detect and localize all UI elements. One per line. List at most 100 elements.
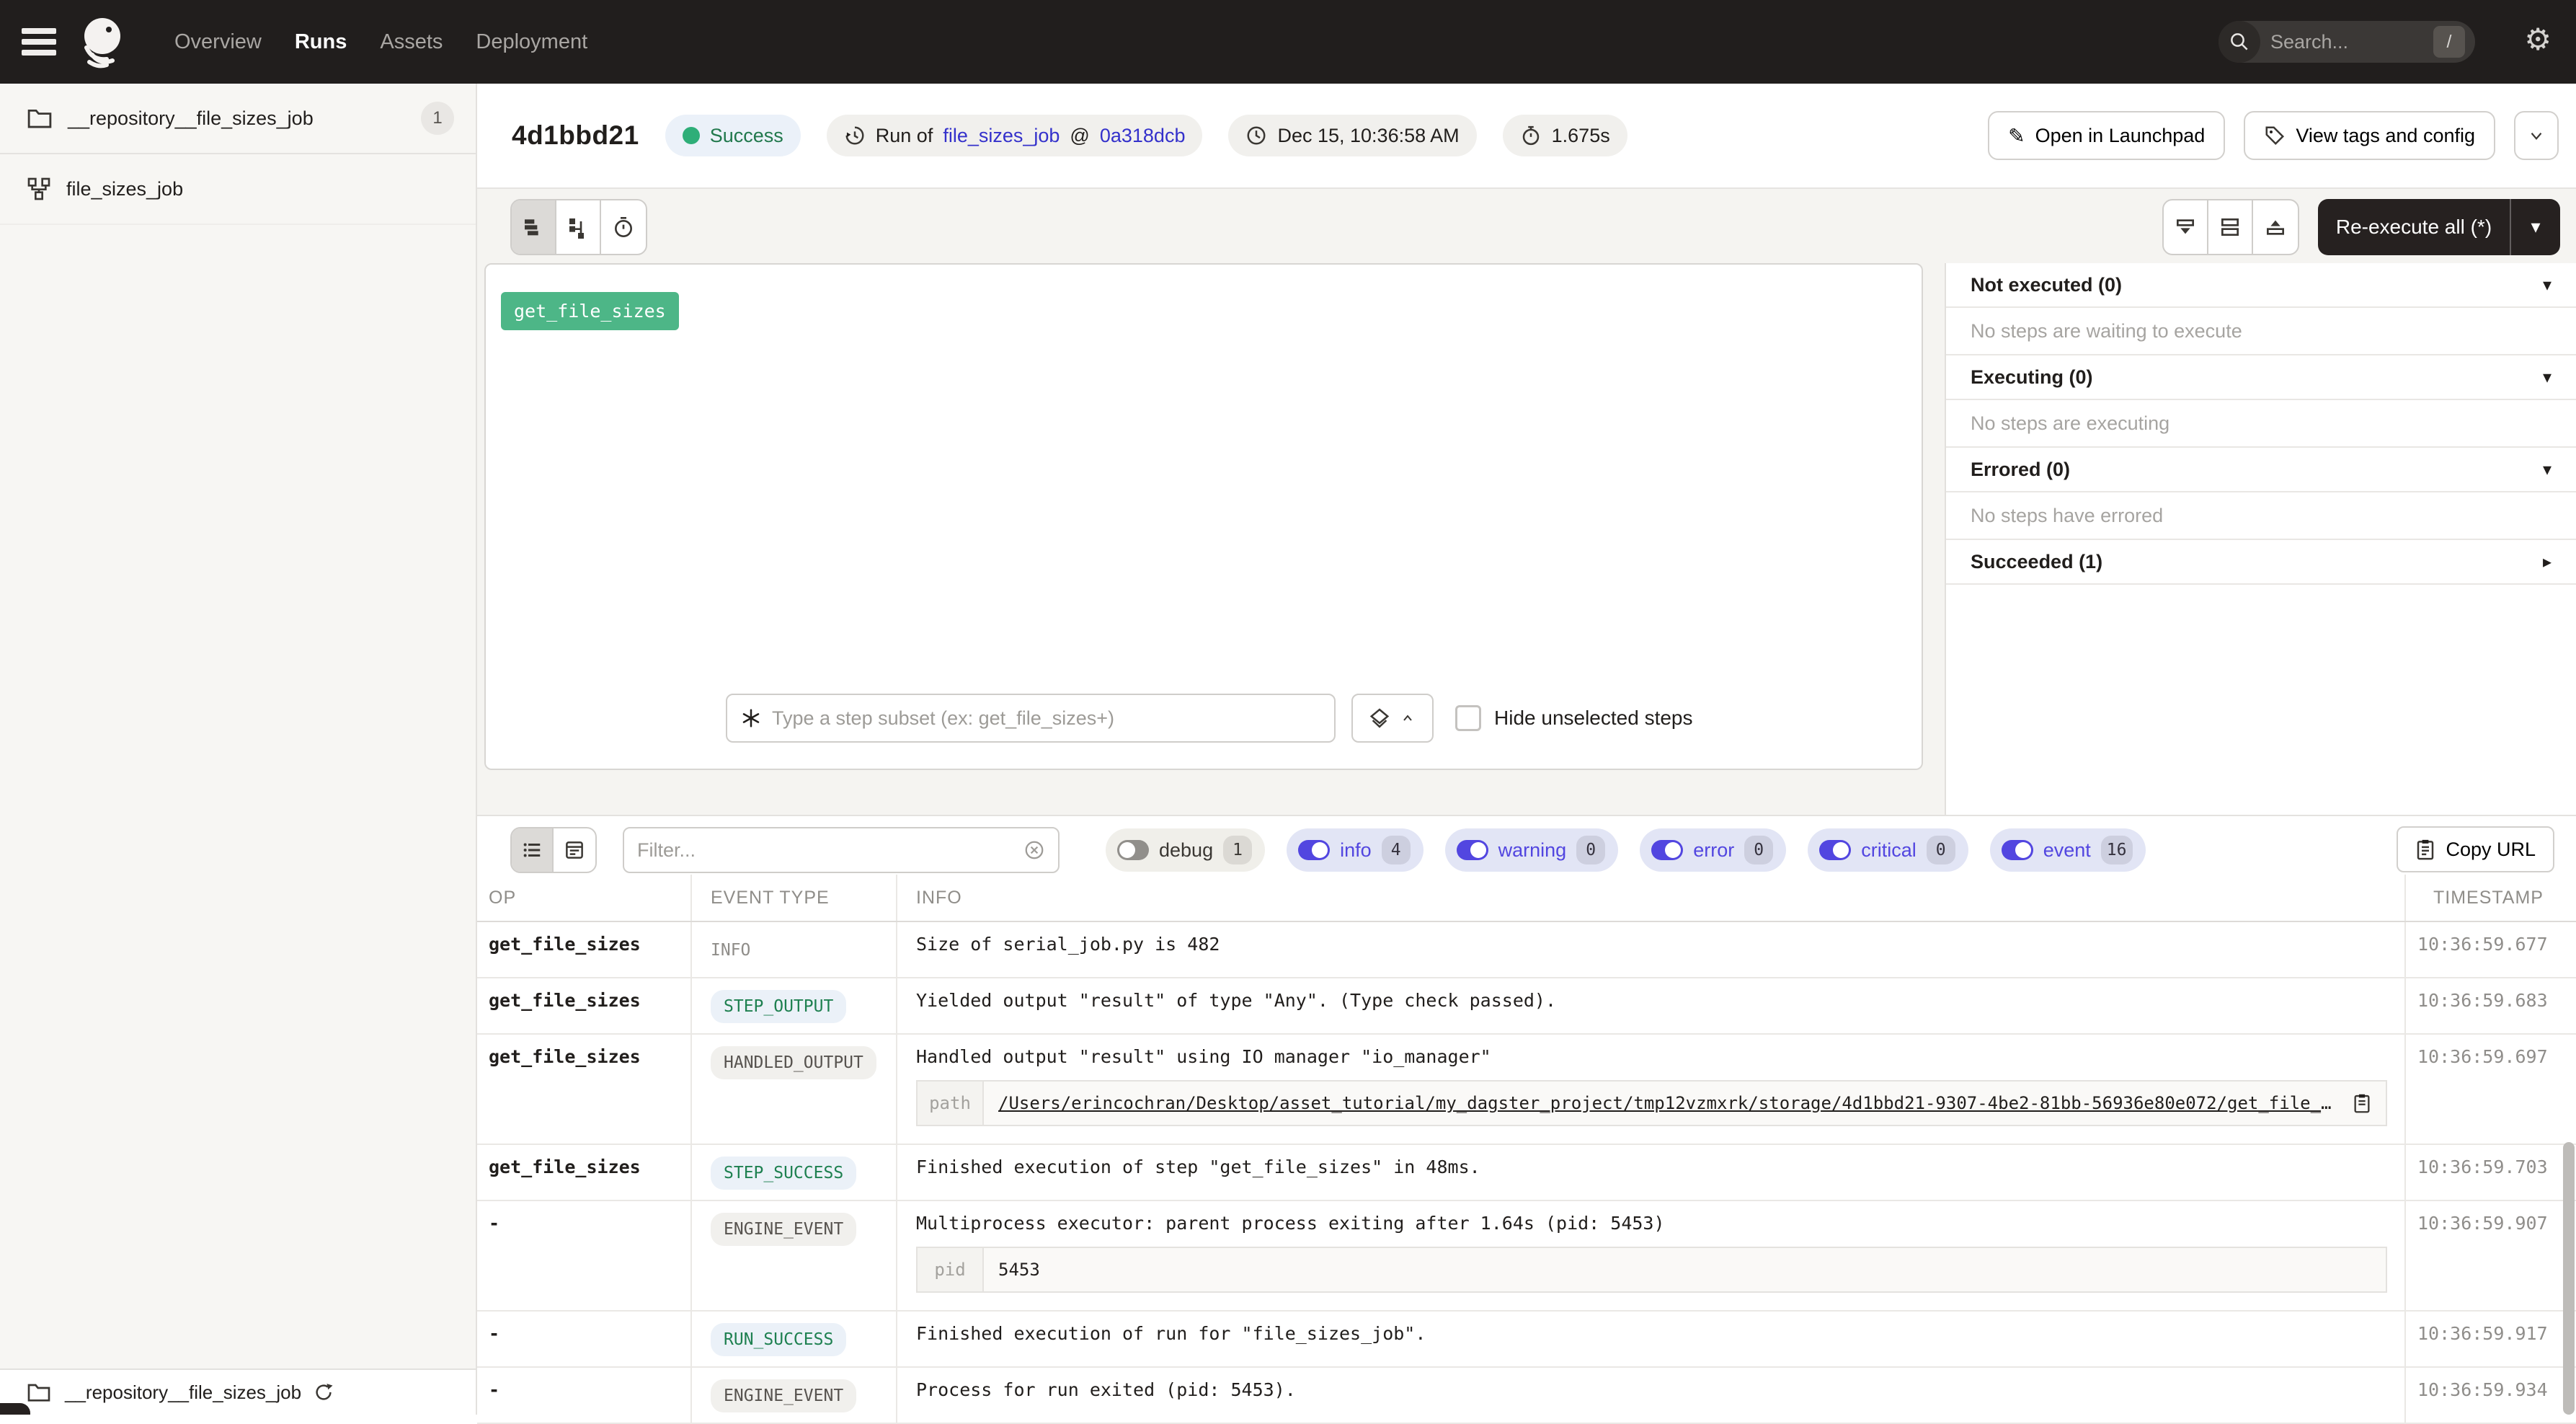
log-row[interactable]: - ENGINE_EVENT Multiprocess executor: pa… [477, 1201, 2576, 1312]
step-subset-row: Hide unselected steps [726, 694, 1693, 743]
footer-repository-label: __repository__file_sizes_job [65, 1381, 301, 1404]
log-op-cell: - [477, 1312, 692, 1366]
log-row[interactable]: get_file_sizes HANDLED_OUTPUT Handled ou… [477, 1035, 2576, 1145]
event-type-badge: ENGINE_EVENT [711, 1213, 856, 1246]
dagster-logo[interactable] [75, 13, 133, 71]
log-op-cell: get_file_sizes [477, 922, 692, 977]
collapse-bottom-panel-button[interactable] [2164, 200, 2208, 254]
toggle-critical[interactable]: critical 0 [1808, 828, 1968, 872]
toggle-error[interactable]: error 0 [1640, 828, 1786, 872]
duration-chip: 1.675s [1503, 115, 1627, 156]
log-filter-inputbox[interactable] [623, 827, 1060, 873]
step-subset-inputbox[interactable] [726, 694, 1336, 743]
toggle-count-badge: 1 [1223, 836, 1252, 864]
section-caret-icon[interactable]: ▾ [2543, 459, 2551, 479]
nav-link-deployment[interactable]: Deployment [476, 30, 587, 54]
refresh-icon[interactable] [313, 1381, 334, 1403]
open-in-launchpad-button[interactable]: ✎ Open in Launchpad [1988, 111, 2225, 160]
left-sidebar: __repository__file_sizes_job 1 file_size… [0, 84, 477, 1415]
sidebar-item-repository[interactable]: __repository__file_sizes_job 1 [0, 84, 476, 154]
job-link[interactable]: file_sizes_job [943, 125, 1060, 147]
event-type-badge: ENGINE_EVENT [711, 1379, 856, 1412]
log-row[interactable]: - RUN_SUCCESS Finished execution of run … [477, 1312, 2576, 1368]
gear-icon[interactable]: ⚙ [2524, 25, 2551, 55]
sidebar-item-job[interactable]: file_sizes_job [0, 154, 476, 225]
timer-icon [612, 216, 635, 239]
hide-unselected-label: Hide unselected steps [1494, 707, 1693, 730]
bottom-left-artifact [0, 1403, 30, 1415]
toggle-event[interactable]: event 16 [1990, 828, 2146, 872]
toggle-switch-icon[interactable] [1651, 840, 1683, 860]
folder-icon [27, 1382, 50, 1402]
nav-link-overview[interactable]: Overview [174, 30, 262, 54]
log-op-cell: get_file_sizes [477, 1035, 692, 1144]
toggle-switch-icon[interactable] [1819, 840, 1851, 860]
toggle-switch-icon[interactable] [1117, 840, 1149, 860]
toggle-count-badge: 0 [1927, 836, 1955, 864]
toggle-info[interactable]: info 4 [1287, 828, 1424, 872]
timer-view-button[interactable] [601, 200, 646, 254]
toggle-warning[interactable]: warning 0 [1445, 828, 1619, 872]
search-icon [2219, 21, 2260, 63]
event-type-badge: HANDLED_OUTPUT [711, 1046, 876, 1079]
run-logs-section: debug 1 info 4 warning 0 error 0 critica… [477, 815, 2576, 1415]
waterfall-view-button[interactable] [556, 200, 601, 254]
run-id: 4d1bbd21 [512, 120, 639, 151]
run-header: 4d1bbd21 Success Run of file_sizes_job @… [477, 84, 2576, 189]
view-tags-config-button[interactable]: View tags and config [2244, 111, 2495, 160]
flat-gantt-icon [522, 216, 545, 239]
section-caret-icon[interactable]: ▸ [2543, 552, 2551, 572]
log-row[interactable]: get_file_sizes STEP_OUTPUT Yielded outpu… [477, 978, 2576, 1035]
toggle-switch-icon[interactable] [1457, 840, 1488, 860]
toggle-switch-icon[interactable] [2002, 840, 2033, 860]
log-structured-view-button[interactable] [554, 828, 595, 872]
log-info-cell: Yielded output "result" of type "Any". (… [897, 978, 2406, 1033]
search-input[interactable] [2260, 31, 2433, 53]
toggle-switch-icon[interactable] [1298, 840, 1330, 860]
log-table-header: OPEVENT TYPEINFOTIMESTAMP [477, 875, 2576, 922]
commit-link[interactable]: 0a318dcb [1100, 125, 1186, 147]
log-info-cell: Multiprocess executor: parent process ex… [897, 1201, 2406, 1310]
path-link[interactable]: /Users/erincochran/Desktop/asset_tutoria… [998, 1093, 2340, 1113]
log-info-cell: Handled output "result" using IO manager… [897, 1035, 2406, 1144]
section-empty-message: No steps are executing [1946, 400, 2576, 448]
copy-path-icon[interactable] [2353, 1093, 2371, 1113]
reexecute-all-button[interactable]: Re-execute all (*) ▾ [2318, 199, 2560, 255]
sidebar-footer: __repository__file_sizes_job [0, 1368, 476, 1415]
section-caret-icon[interactable]: ▾ [2543, 367, 2551, 387]
column-header-timestamp: TIMESTAMP [2406, 875, 2576, 921]
log-row[interactable]: - ENGINE_EVENT Process for run exited (p… [477, 1368, 2576, 1424]
graph-query-toggle-button[interactable] [1351, 694, 1434, 743]
search-bar[interactable]: / [2219, 21, 2475, 63]
split-panels-button[interactable] [2208, 200, 2253, 254]
job-label: file_sizes_job [66, 178, 183, 200]
hamburger-menu-icon[interactable] [22, 28, 56, 56]
toggle-label: event [2043, 839, 2091, 862]
repository-count-badge: 1 [421, 102, 454, 135]
hide-unselected-checkbox[interactable] [1455, 705, 1481, 731]
reexecute-dropdown-caret[interactable]: ▾ [2510, 199, 2560, 255]
nav-link-assets[interactable]: Assets [380, 30, 443, 54]
flat-gantt-view-button[interactable] [512, 200, 556, 254]
log-row[interactable]: get_file_sizes INFO Size of serial_job.p… [477, 922, 2576, 978]
clock-icon [1245, 125, 1267, 146]
header-more-chevron-button[interactable] [2514, 111, 2559, 160]
clear-filter-icon[interactable] [1023, 839, 1045, 861]
toggle-debug[interactable]: debug 1 [1106, 828, 1265, 872]
log-filter-input[interactable] [637, 839, 1023, 862]
log-row[interactable]: get_file_sizes STEP_SUCCESS Finished exe… [477, 1145, 2576, 1201]
job-graph-icon [27, 177, 50, 200]
collapse-top-panel-button[interactable] [2253, 200, 2298, 254]
vertical-scrollbar[interactable] [2563, 1142, 2575, 1415]
gantt-step-get-file-sizes[interactable]: get_file_sizes [501, 292, 679, 330]
step-subset-input[interactable] [772, 707, 1321, 730]
column-header-info: INFO [897, 875, 2406, 921]
stopwatch-icon [1520, 125, 1542, 146]
log-table-body: get_file_sizes INFO Size of serial_job.p… [477, 922, 2576, 1424]
nav-link-runs[interactable]: Runs [295, 30, 347, 54]
section-empty-message: No steps are waiting to execute [1946, 308, 2576, 355]
copy-url-button[interactable]: Copy URL [2397, 826, 2554, 872]
log-list-view-button[interactable] [512, 828, 554, 872]
log-event-type-cell: INFO [692, 922, 897, 977]
section-caret-icon[interactable]: ▾ [2543, 275, 2551, 295]
